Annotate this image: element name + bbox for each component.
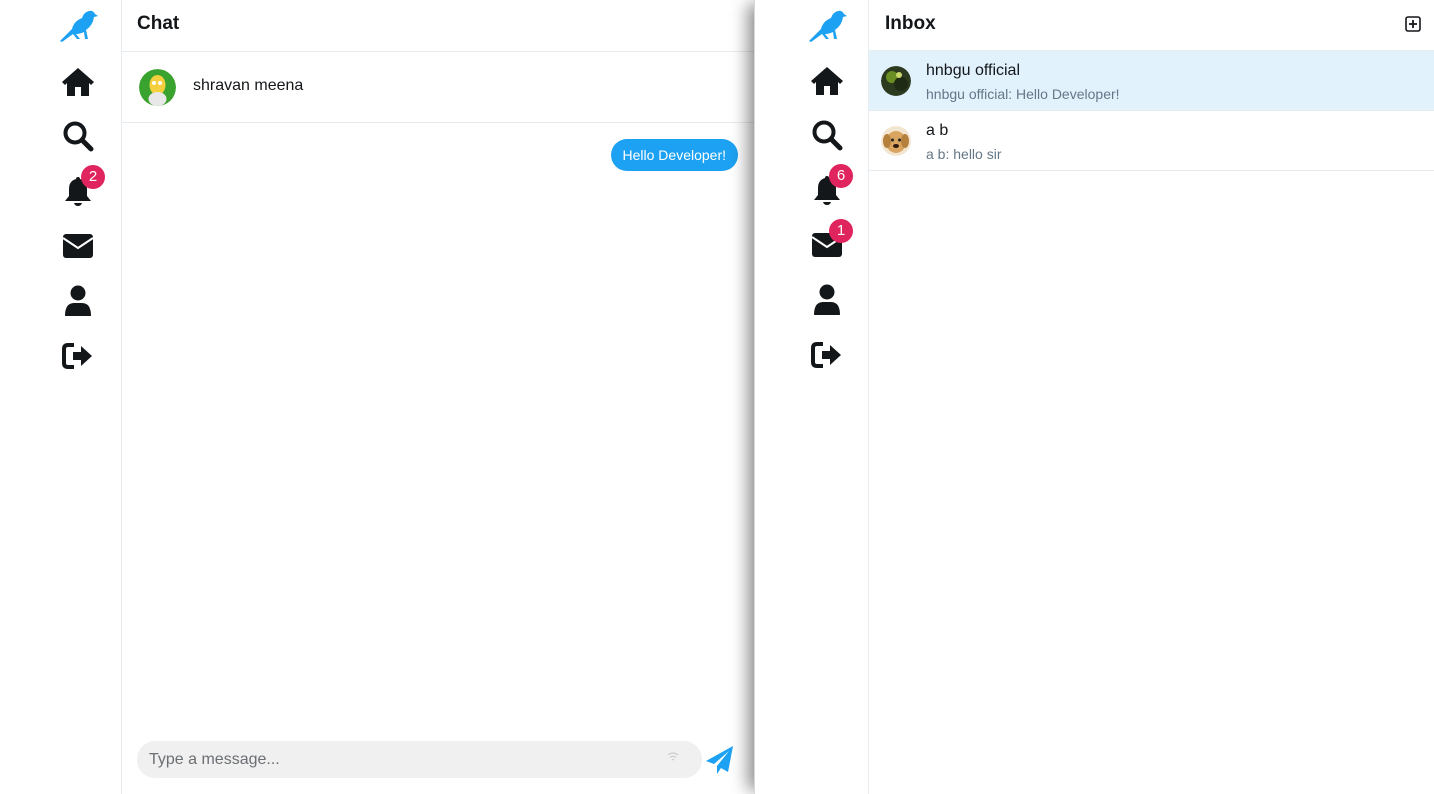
avatar[interactable] (139, 69, 176, 106)
conversation-preview: a b: hello sir (926, 146, 1002, 162)
plus-square-icon (1405, 16, 1421, 32)
right-sidebar: 6 1 (755, 0, 869, 794)
bird-logo-icon[interactable] (807, 6, 847, 46)
inbox-header: Inbox (869, 0, 1434, 51)
contact-name: shravan meena (193, 77, 304, 94)
conversation-preview: hnbgu official: Hello Developer! (926, 86, 1120, 102)
message-input[interactable] (149, 741, 659, 778)
new-message-button[interactable] (1405, 16, 1421, 32)
avatar (881, 126, 911, 156)
message-composer (137, 741, 702, 778)
chat-window: 2 Chat shravan meena Hello Developer! (0, 0, 754, 794)
sign-out-icon[interactable] (58, 336, 98, 376)
home-icon[interactable] (58, 62, 98, 102)
message-bubble: Hello Developer! (610, 139, 738, 171)
inbox-window: 6 1 Inbox hnbgu official hnbgu official:… (754, 0, 1434, 794)
send-button[interactable] (705, 745, 735, 775)
chat-header: Chat (122, 0, 754, 52)
conversation-name: hnbgu official (926, 62, 1020, 79)
sign-out-icon[interactable] (807, 335, 847, 375)
avatar (881, 66, 911, 96)
conversation-item[interactable]: a b a b: hello sir (869, 111, 1434, 171)
bird-logo-icon[interactable] (58, 6, 98, 46)
user-icon[interactable] (58, 281, 98, 321)
bell-icon[interactable]: 2 (58, 165, 105, 211)
page-title: Inbox (885, 13, 936, 34)
notification-badge: 2 (81, 165, 105, 189)
autofill-icon (667, 752, 679, 761)
conversation-name: a b (926, 122, 949, 139)
chat-contact-bar[interactable]: shravan meena (122, 52, 754, 123)
home-icon[interactable] (807, 61, 847, 101)
page-title: Chat (137, 13, 180, 34)
user-icon[interactable] (807, 280, 847, 320)
search-icon[interactable] (58, 116, 98, 156)
search-icon[interactable] (807, 115, 847, 155)
left-sidebar: 2 (0, 0, 122, 794)
message-badge: 1 (829, 219, 853, 243)
conversation-item[interactable]: hnbgu official hnbgu official: Hello Dev… (869, 51, 1434, 111)
bell-icon[interactable]: 6 (807, 164, 853, 210)
envelope-icon[interactable] (58, 226, 98, 266)
envelope-icon[interactable]: 1 (807, 219, 853, 265)
paper-plane-icon (706, 746, 733, 774)
notification-badge: 6 (829, 164, 853, 188)
